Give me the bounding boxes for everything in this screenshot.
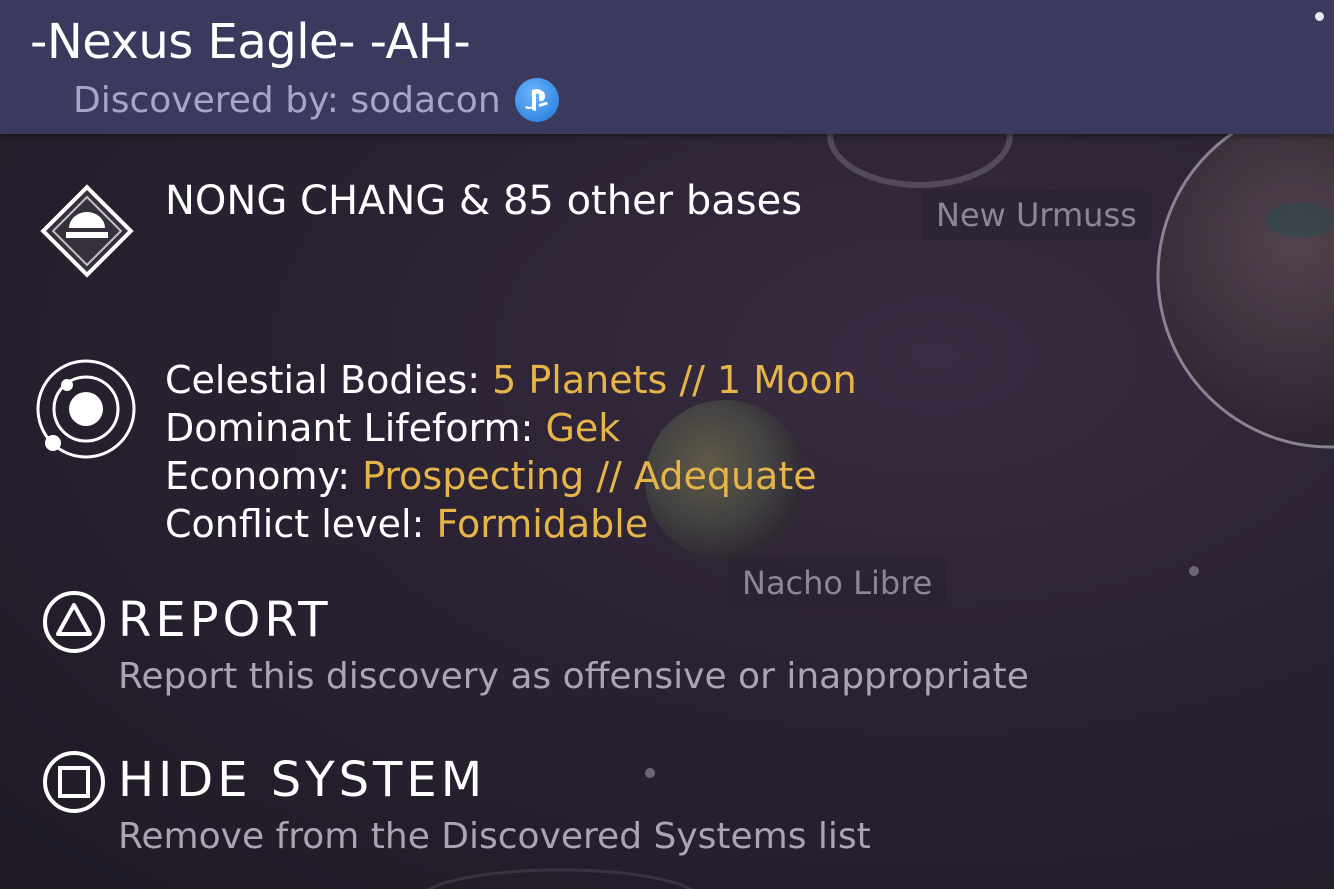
system-header: -Nexus Eagle- -AH- Discovered by: sodaco…	[0, 0, 1334, 134]
map-label-nacho-libre[interactable]: Nacho Libre	[728, 558, 947, 608]
report-button[interactable]: REPORT	[118, 592, 332, 648]
discovered-by: Discovered by: sodacon	[73, 78, 559, 122]
header-dot-indicator	[1315, 12, 1324, 21]
celestial-bodies-row: Celestial Bodies: 5 Planets // 1 Moon	[165, 358, 857, 402]
bases-summary: NONG CHANG & 85 other bases	[165, 178, 803, 224]
economy-value: Prospecting // Adequate	[362, 454, 817, 498]
hide-system-button[interactable]: HIDE SYSTEM	[118, 752, 486, 808]
system-title: -Nexus Eagle- -AH-	[30, 14, 471, 70]
conflict-level-value: Formidable	[436, 502, 649, 546]
report-description: Report this discovery as offensive or in…	[118, 656, 1029, 697]
planet-large	[1156, 101, 1334, 449]
solar-system-icon	[34, 357, 138, 465]
discovered-by-text: Discovered by: sodacon	[73, 79, 501, 121]
system-info: Celestial Bodies: 5 Planets // 1 Moon Do…	[165, 356, 857, 548]
hide-system-description: Remove from the Discovered Systems list	[118, 816, 871, 857]
celestial-bodies-value: 5 Planets // 1 Moon	[492, 358, 857, 402]
star-dot	[1189, 566, 1199, 576]
dominant-lifeform-value: Gek	[545, 406, 621, 450]
square-button-icon[interactable]	[42, 750, 106, 818]
triangle-button-icon[interactable]	[42, 590, 106, 658]
dominant-lifeform-row: Dominant Lifeform: Gek	[165, 406, 621, 450]
economy-row: Economy: Prospecting // Adequate	[165, 454, 817, 498]
playstation-icon	[514, 78, 559, 122]
map-label-new-urmuss[interactable]: New Urmuss	[922, 190, 1151, 240]
base-icon	[36, 180, 138, 286]
conflict-level-row: Conflict level: Formidable	[165, 502, 649, 546]
star-dot	[645, 768, 655, 778]
